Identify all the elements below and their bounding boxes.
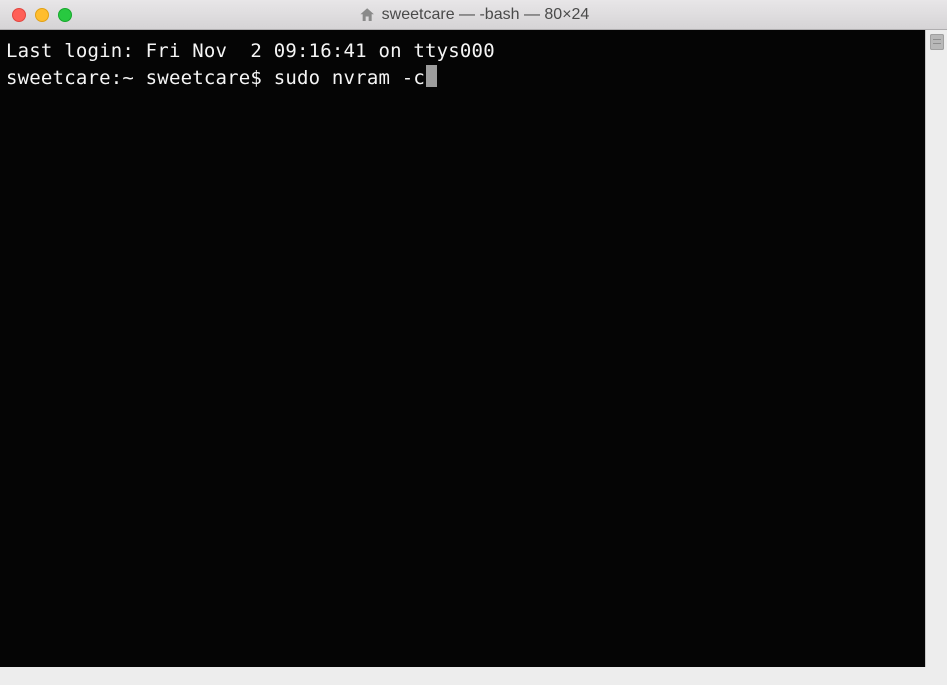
typed-command: sudo nvram -c bbox=[274, 65, 425, 92]
close-button[interactable] bbox=[12, 8, 26, 22]
terminal-content[interactable]: Last login: Fri Nov 2 09:16:41 on ttys00… bbox=[0, 30, 925, 667]
shell-prompt: sweetcare:~ sweetcare$ bbox=[6, 65, 274, 92]
prompt-line: sweetcare:~ sweetcare$ sudo nvram -c bbox=[6, 65, 919, 92]
terminal-window: sweetcare — -bash — 80×24 Last login: Fr… bbox=[0, 0, 947, 685]
window-title: sweetcare — -bash — 80×24 bbox=[382, 6, 590, 24]
window-bottom-edge bbox=[0, 667, 947, 685]
last-login-line: Last login: Fri Nov 2 09:16:41 on ttys00… bbox=[6, 38, 919, 65]
terminal-body: Last login: Fri Nov 2 09:16:41 on ttys00… bbox=[0, 30, 947, 667]
vertical-scrollbar[interactable] bbox=[925, 30, 947, 667]
scroll-thumb[interactable] bbox=[930, 34, 944, 50]
window-title-group: sweetcare — -bash — 80×24 bbox=[358, 6, 590, 24]
text-cursor bbox=[426, 65, 437, 87]
zoom-button[interactable] bbox=[58, 8, 72, 22]
window-titlebar[interactable]: sweetcare — -bash — 80×24 bbox=[0, 0, 947, 30]
traffic-lights bbox=[12, 8, 72, 22]
minimize-button[interactable] bbox=[35, 8, 49, 22]
home-icon bbox=[358, 6, 376, 24]
